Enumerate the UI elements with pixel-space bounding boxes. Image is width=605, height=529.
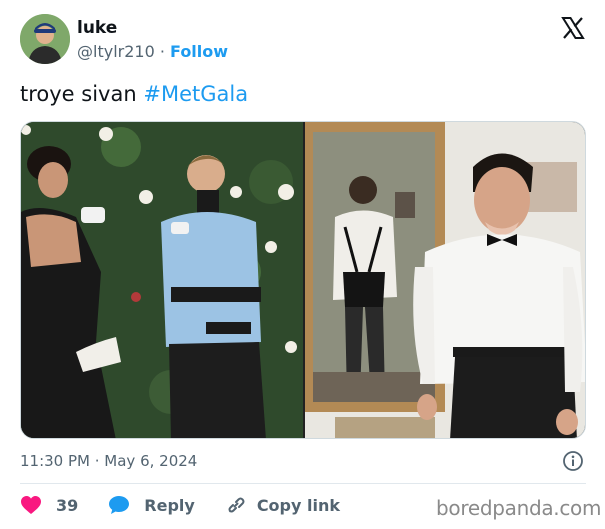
watermark-text: boredpanda.com xyxy=(436,496,602,520)
media-photo-right[interactable] xyxy=(305,122,585,438)
info-icon[interactable] xyxy=(562,450,584,472)
reply-label: Reply xyxy=(144,495,195,515)
display-name[interactable]: luke xyxy=(77,18,117,38)
reply-button[interactable]: Reply xyxy=(108,495,195,515)
copy-link-label: Copy link xyxy=(256,495,340,515)
avatar[interactable] xyxy=(20,14,70,64)
x-logo-icon[interactable] xyxy=(561,16,585,40)
media-photo-left[interactable] xyxy=(21,122,303,438)
user-handle[interactable]: @ltylr210 xyxy=(77,42,155,61)
like-count: 39 xyxy=(56,495,79,515)
action-bar: 39 Reply Copy link xyxy=(20,494,340,516)
tweet-timestamp[interactable]: 11:30 PM · May 6, 2024 xyxy=(20,452,197,470)
separator-dot: · xyxy=(159,42,165,61)
tweet-media[interactable] xyxy=(20,121,586,439)
handle-row: @ltylr210 · Follow xyxy=(77,42,228,61)
heart-icon xyxy=(20,495,42,515)
tweet-text: troye sivan #MetGala xyxy=(20,82,248,106)
hashtag-link[interactable]: #MetGala xyxy=(143,82,248,106)
like-button[interactable]: 39 xyxy=(20,495,78,515)
tweet-body: troye sivan xyxy=(20,82,137,106)
link-icon xyxy=(225,494,247,516)
tweet-card: luke @ltylr210 · Follow troye sivan #Met… xyxy=(0,0,605,529)
copy-link-button[interactable]: Copy link xyxy=(225,494,340,516)
follow-button[interactable]: Follow xyxy=(170,42,228,61)
speech-bubble-icon xyxy=(108,495,130,515)
divider xyxy=(20,483,586,484)
